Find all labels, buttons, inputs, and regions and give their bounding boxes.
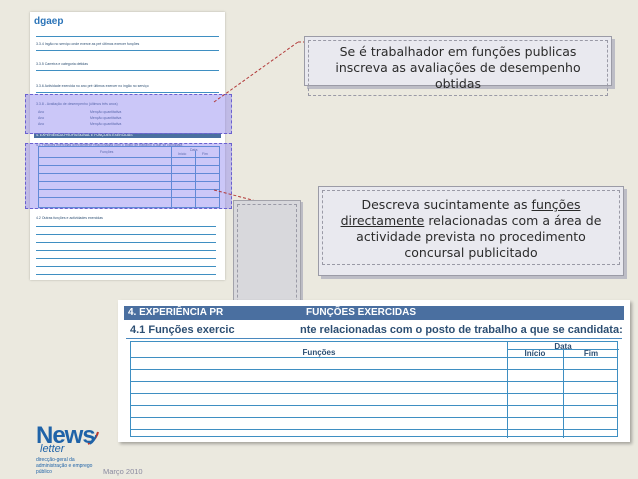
- col-functions: Funções: [302, 348, 336, 357]
- table-row[interactable]: [131, 369, 617, 370]
- tagline: direcção-geral da administração e empreg…: [36, 457, 93, 475]
- zoomed-functions-table: 4. EXPERIÊNCIA PR FUNÇÕES EXERCIDAS 4.1 …: [118, 300, 630, 442]
- table-row[interactable]: [131, 417, 617, 418]
- section-title-band: 4. EXPERIÊNCIA PR FUNÇÕES EXERCIDAS: [124, 306, 624, 320]
- subtitle: 4.1 Funções exercic nte relacionadas com …: [130, 324, 623, 336]
- date-label: Março 2010: [103, 467, 143, 476]
- table-row[interactable]: [131, 381, 617, 382]
- table-row[interactable]: [131, 429, 617, 430]
- callout-evaluation-text: Se é trabalhador em funções publicas ins…: [308, 40, 608, 96]
- callout-functions: Descreva sucintamente as funções directa…: [318, 186, 624, 276]
- table-row[interactable]: [131, 405, 617, 406]
- newsletter-logo-sub: letter: [40, 443, 65, 455]
- callout-functions-text: Descreva sucintamente as funções directa…: [322, 190, 620, 265]
- callout-evaluation: Se é trabalhador em funções publicas ins…: [304, 36, 612, 96]
- table-row[interactable]: [131, 393, 617, 394]
- functions-table: Funções Data Início Fim: [130, 341, 619, 438]
